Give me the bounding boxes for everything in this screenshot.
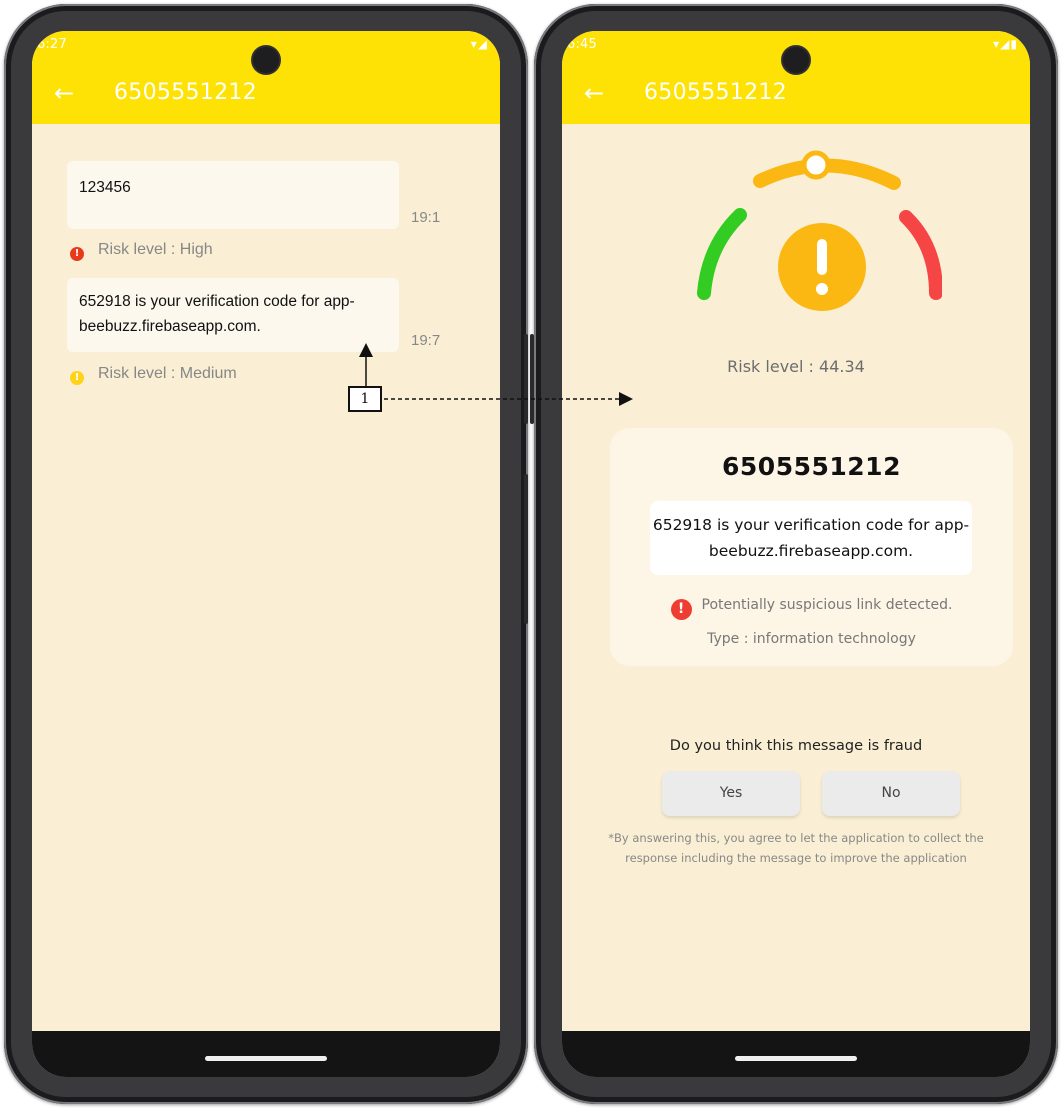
- annotation-label: 1: [348, 386, 382, 412]
- annotation-right-arrowhead: [619, 392, 633, 406]
- annotation-arrows: [359, 343, 633, 406]
- annotation-up-arrowhead: [359, 343, 373, 357]
